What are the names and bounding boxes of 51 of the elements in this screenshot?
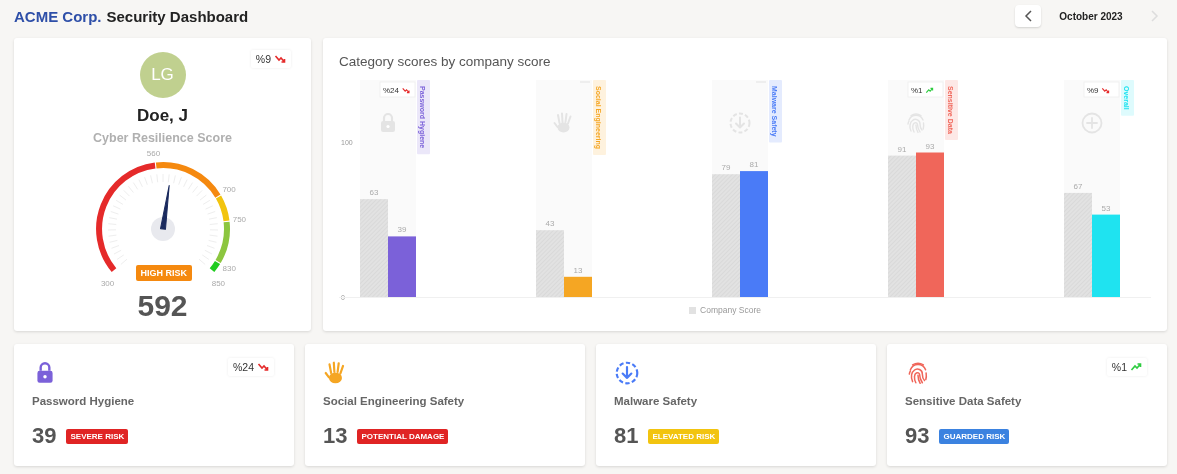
- value-label: 91: [897, 144, 907, 154]
- change-value: %24: [233, 361, 254, 373]
- change-value: %9: [255, 53, 271, 65]
- change-badge: [907, 81, 944, 98]
- value-label: 79: [721, 163, 731, 173]
- change-value: %1: [1111, 361, 1127, 373]
- brand-name: ACME Corp.: [14, 7, 102, 25]
- avatar: LG: [139, 52, 186, 98]
- gauge-label: 750: [232, 215, 246, 225]
- page-title: Security Dashboard: [106, 7, 249, 25]
- value-label: 63: [369, 188, 379, 198]
- change-value: %1: [911, 86, 923, 95]
- gauge-label: 700: [221, 185, 236, 195]
- legend-label: Company Score: [700, 305, 761, 315]
- card-title: Sensitive Data Safety: [905, 395, 1023, 407]
- value-label: 13: [573, 265, 583, 275]
- chevron-left-icon: [1023, 10, 1033, 22]
- risk-badge: GUARDED RISK: [939, 428, 1010, 444]
- gauge-label: 300: [100, 278, 114, 288]
- value-label: 93: [925, 141, 935, 151]
- risk-badge: SEVERE RISK: [66, 428, 129, 444]
- change-badge: [1083, 81, 1120, 98]
- risk-badge: POTENTIAL DAMAGE: [357, 428, 449, 444]
- change-badge: [379, 81, 416, 98]
- chart-title: Category scores by company score: [339, 54, 552, 69]
- user-name: Doe, J: [137, 106, 188, 126]
- change-value: %9: [1087, 86, 1099, 95]
- gauge-label: 850: [211, 278, 225, 288]
- card-title: Malware Safety: [614, 395, 699, 407]
- risk-badge: ELEVATED RISK: [648, 428, 720, 444]
- card-title: Social Engineering Safety: [323, 395, 466, 407]
- score-subtitle: Cyber Resilience Score: [93, 131, 232, 145]
- value-label: 67: [1073, 181, 1083, 191]
- value-label: 43: [545, 219, 555, 229]
- value-label: 81: [749, 160, 759, 170]
- score-value: 13: [323, 423, 348, 449]
- score-value: 592: [137, 289, 188, 323]
- risk-badge: HIGH RISK: [135, 265, 192, 281]
- score-value: 93: [905, 423, 930, 449]
- lock-icon: [381, 113, 395, 132]
- chevron-right-icon: [1149, 10, 1159, 22]
- value-label: 53: [1101, 203, 1111, 213]
- gauge-label: 560: [146, 148, 160, 158]
- previous-button[interactable]: [1015, 5, 1041, 27]
- card-title: Password Hygiene: [32, 395, 136, 407]
- gauge-label: 830: [222, 264, 236, 274]
- value-label: 39: [397, 225, 407, 235]
- score-value: 81: [614, 423, 639, 449]
- change-value: %24: [383, 86, 399, 95]
- period-label: October 2023: [1058, 10, 1124, 22]
- score-value: 39: [32, 423, 57, 449]
